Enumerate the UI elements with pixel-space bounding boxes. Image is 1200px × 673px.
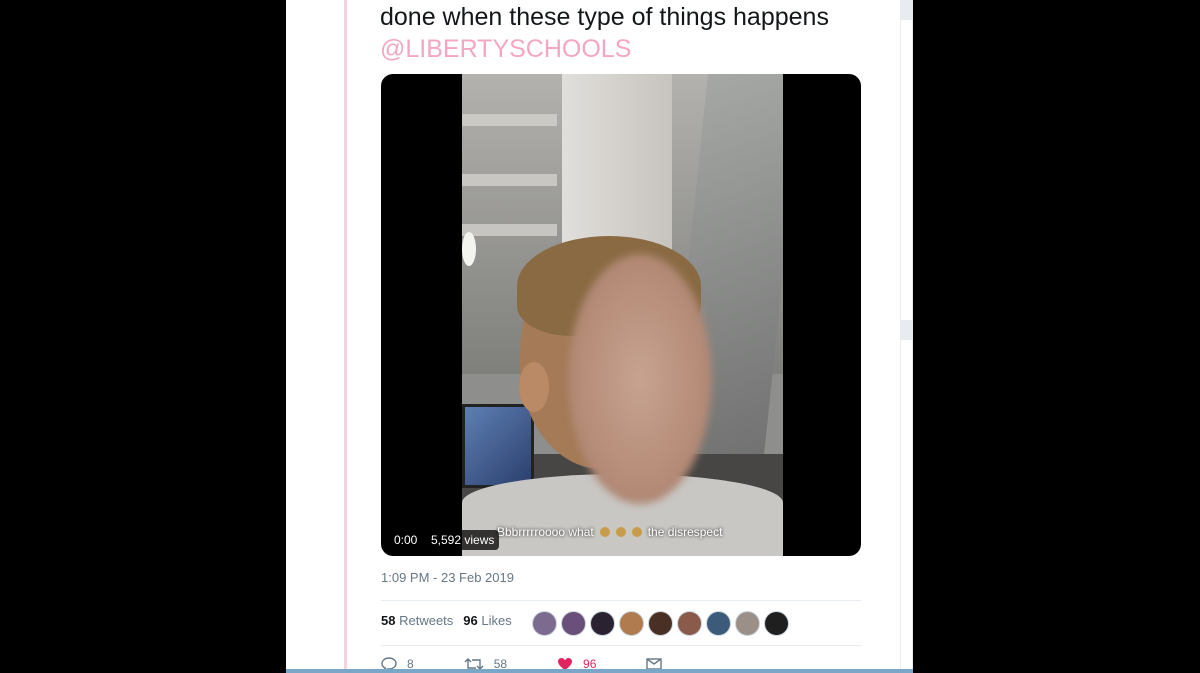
avatar[interactable] (648, 611, 673, 636)
sidebar-card (901, 340, 912, 670)
avatar[interactable] (619, 611, 644, 636)
avatar[interactable] (735, 611, 760, 636)
ear (519, 362, 549, 412)
avatar[interactable] (561, 611, 586, 636)
video-views: 5,592 views (426, 530, 500, 550)
video-player[interactable]: Bbbrrrrroooo what the disrespect 0:00 5,… (381, 74, 861, 556)
retweets-label: Retweets (399, 613, 454, 628)
video-caption: Bbbrrrrroooo what the disrespect (497, 525, 722, 539)
emoji-icon (631, 527, 642, 537)
ceiling-beam (462, 224, 557, 236)
thread-line (344, 0, 347, 673)
tweet-panel: done when these type of things happens @… (286, 0, 900, 673)
likes-count: 96 (463, 613, 478, 628)
retweets-count: 58 (381, 613, 396, 628)
lamp (462, 232, 476, 266)
horizontal-scrollbar[interactable] (286, 669, 913, 673)
video-time: 0:00 (389, 530, 423, 550)
likes-label: Likes (481, 613, 512, 628)
avatar[interactable] (532, 611, 557, 636)
liker-avatars (532, 611, 789, 636)
sidebar-card (901, 20, 912, 320)
avatar[interactable] (706, 611, 731, 636)
avatar[interactable] (590, 611, 615, 636)
video-frame (462, 74, 783, 556)
avatar[interactable] (764, 611, 789, 636)
tweet-text: done when these type of things happens (380, 3, 829, 31)
retweets-stat[interactable]: 58 Retweets (381, 613, 453, 628)
sidebar-edge (900, 0, 913, 673)
ceiling-beam (462, 174, 557, 186)
emoji-icon (599, 527, 610, 537)
tweet-stats: 58 Retweets 96 Likes (381, 613, 512, 628)
mention-link[interactable]: @LIBERTYSCHOOLS (380, 34, 631, 65)
divider (381, 645, 861, 646)
caption-end: the disrespect (647, 525, 723, 539)
tweet-timestamp[interactable]: 1:09 PM - 23 Feb 2019 (381, 570, 514, 585)
likes-stat[interactable]: 96 Likes (463, 613, 511, 628)
blurred-face (568, 254, 712, 504)
caption-start: Bbbrrrrroooo what (497, 525, 594, 539)
emoji-icon (615, 527, 626, 537)
divider (381, 600, 861, 601)
ceiling-beam (462, 114, 557, 126)
avatar[interactable] (677, 611, 702, 636)
monitor (462, 404, 534, 488)
